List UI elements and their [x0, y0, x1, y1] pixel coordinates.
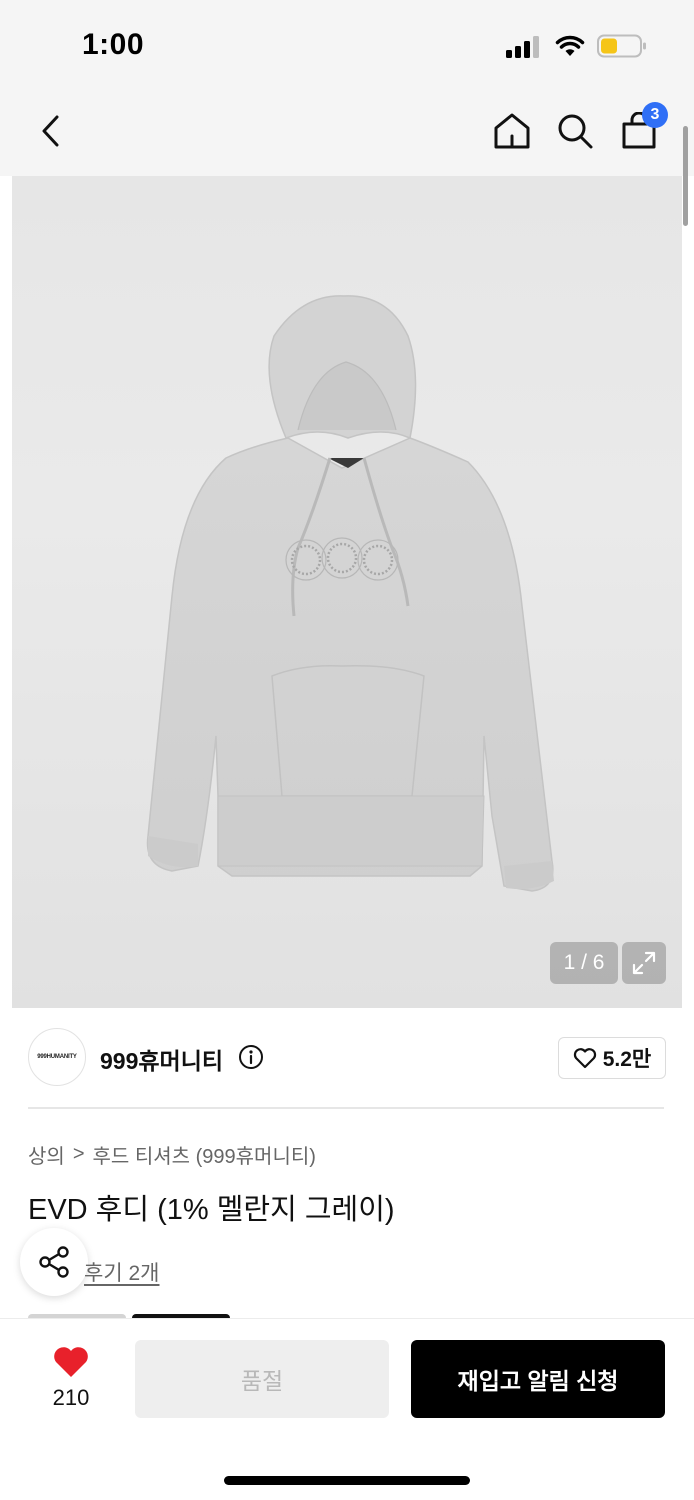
product-title: EVD 후디 (1% 멜란지 그레이) — [28, 1194, 395, 1226]
brand-like-count: 5.2만 — [602, 1048, 652, 1071]
expand-image-button[interactable] — [622, 942, 666, 984]
home-icon[interactable] — [491, 110, 533, 152]
breadcrumb: 상의 > 후드 티셔츠 (999휴머니티) — [28, 1140, 316, 1169]
back-arrow-icon[interactable] — [30, 110, 72, 152]
breadcrumb-category[interactable]: 상의 — [28, 1140, 65, 1169]
cart-button[interactable]: 3 — [618, 102, 668, 152]
breadcrumb-separator: > — [72, 1143, 85, 1165]
soldout-button[interactable]: 품절 — [135, 1340, 389, 1418]
brand-name[interactable]: 999휴머니티 — [100, 1042, 223, 1076]
brand-logo[interactable]: 999HUMANITY — [28, 1028, 86, 1086]
product-image-gallery[interactable]: 1 / 6 — [12, 176, 682, 1008]
wishlist-count: 210 — [52, 1385, 90, 1410]
brand-logo-text: 999HUMANITY — [37, 1054, 77, 1060]
bottom-action-bar: 210 품절 재입고 알림 신청 — [0, 1318, 694, 1500]
search-icon[interactable] — [554, 110, 596, 152]
info-icon[interactable] — [238, 1044, 264, 1070]
share-button[interactable] — [20, 1228, 88, 1296]
cellular-signal-icon — [506, 36, 542, 58]
brand-row: 999HUMANITY 999휴머니티 5.2만 — [28, 1028, 666, 1086]
cart-count-badge: 3 — [642, 102, 668, 128]
wishlist-button[interactable]: 210 — [40, 1345, 102, 1410]
expand-icon — [632, 951, 656, 975]
battery-icon — [597, 34, 646, 58]
image-page-counter: 1 / 6 — [550, 942, 618, 984]
brand-like-button[interactable]: 5.2만 — [558, 1037, 666, 1079]
restock-alert-button[interactable]: 재입고 알림 신청 — [411, 1340, 665, 1418]
top-nav-bar: 3 — [0, 92, 694, 176]
review-link[interactable]: 후기 2개 — [84, 1257, 159, 1287]
breadcrumb-subcategory[interactable]: 후드 티셔츠 (999휴머니티) — [93, 1140, 316, 1169]
wifi-icon — [555, 35, 585, 56]
status-bar: 1:00 — [0, 0, 694, 92]
share-icon — [39, 1246, 69, 1278]
scroll-indicator[interactable] — [683, 126, 688, 226]
heart-filled-icon — [54, 1347, 88, 1377]
divider — [28, 1107, 664, 1109]
home-indicator[interactable] — [224, 1476, 470, 1485]
heart-outline-icon — [573, 1048, 596, 1069]
product-image — [146, 295, 554, 892]
status-time: 1:00 — [82, 28, 145, 61]
